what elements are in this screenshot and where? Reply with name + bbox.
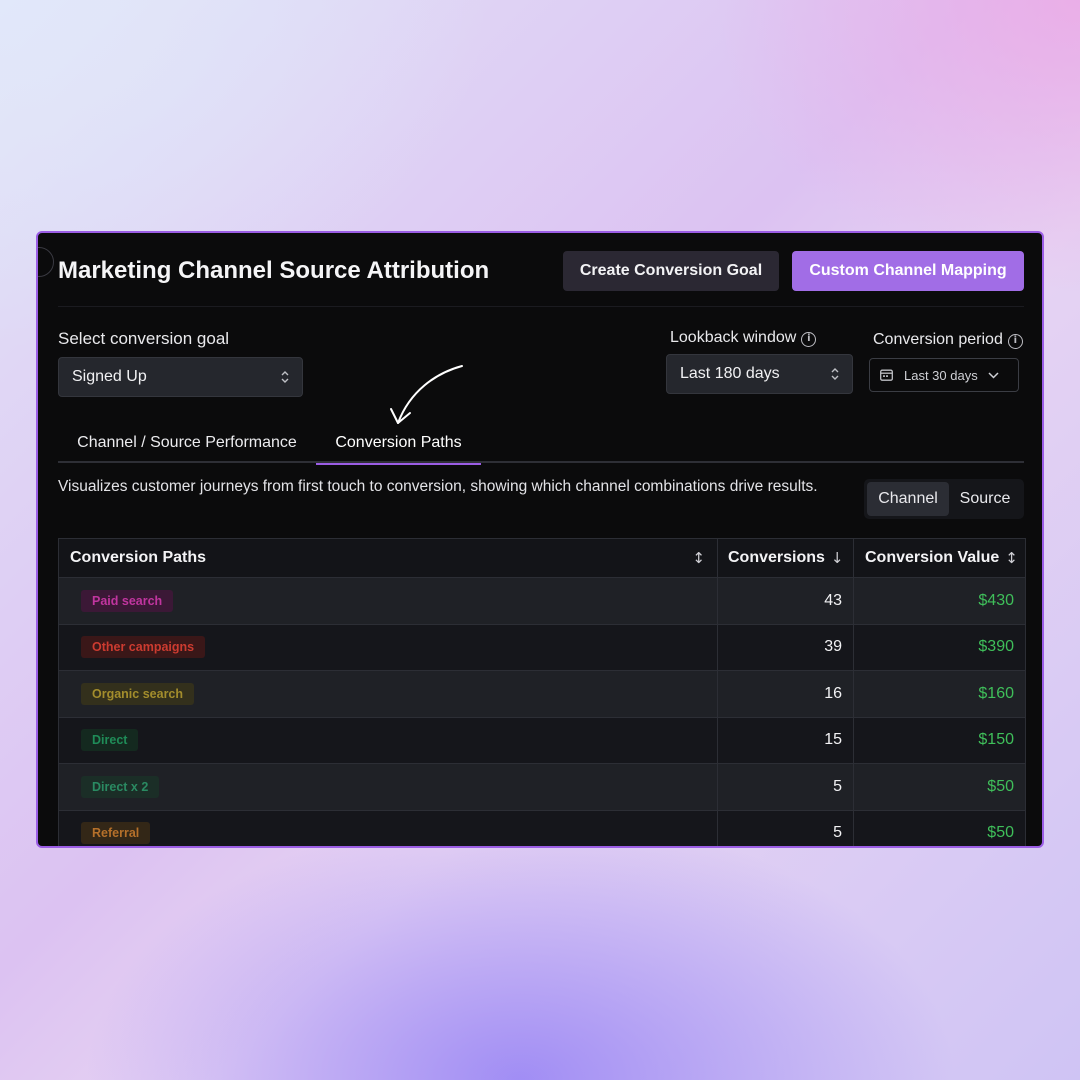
column-header-conversion-paths[interactable]: Conversion Paths ↕ [59, 539, 718, 577]
lookback-window-value: Last 180 days [680, 365, 780, 382]
lookback-window-label: Lookback window i [670, 329, 817, 347]
conversion-value-cell: $150 [978, 731, 1014, 749]
column-header-label: Conversions [728, 549, 825, 566]
path-cell: Organic search [59, 671, 718, 717]
table-row[interactable]: Referral 5 $50 [59, 810, 1025, 846]
path-cell: Other campaigns [59, 624, 718, 670]
path-cell: Referral [59, 810, 718, 846]
channel-badge: Referral [81, 822, 151, 845]
table-row[interactable]: Organic search 16 $160 [59, 671, 1025, 718]
attribution-panel: Marketing Channel Source Attribution Cre… [36, 231, 1044, 848]
chevron-down-icon [988, 371, 999, 379]
conversions-cell: 5 [718, 810, 854, 846]
conversion-goal-label-text: Select conversion goal [58, 329, 230, 348]
channel-badge: Paid search [81, 589, 174, 612]
path-cell: Direct [59, 717, 718, 763]
channel-badge: Direct x 2 [81, 775, 160, 798]
conversion-period-info-icon[interactable]: i [1007, 334, 1023, 349]
sort-both-icon[interactable]: ↕ [1005, 549, 1018, 567]
conversion-period-label: Conversion period i [873, 331, 1023, 349]
conversions-cell: 5 [718, 764, 854, 810]
conversion-goal-label: Select conversion goal [58, 329, 229, 349]
conversion-value-cell: $50 [987, 777, 1014, 795]
calendar-icon [880, 369, 893, 381]
sort-descending-icon[interactable]: ↓ [831, 549, 844, 567]
create-conversion-goal-button[interactable]: Create Conversion Goal [563, 251, 779, 291]
page-title: Marketing Channel Source Attribution [58, 257, 490, 284]
conversion-value-cell: $50 [987, 824, 1014, 842]
channel-badge: Other campaigns [81, 636, 206, 659]
column-header-label: Conversion Value [865, 549, 1000, 566]
custom-channel-mapping-button[interactable]: Custom Channel Mapping [792, 251, 1024, 291]
toggle-option-channel[interactable]: Channel [867, 482, 949, 516]
conversion-period-label-text: Conversion period [873, 331, 1003, 348]
toggle-option-source[interactable]: Source [949, 482, 1021, 516]
path-cell: Paid search [59, 578, 718, 624]
conversion-value-cell: $160 [978, 684, 1014, 702]
page-header: Marketing Channel Source Attribution Cre… [58, 249, 1024, 293]
channel-badge: Organic search [81, 682, 195, 705]
table-row[interactable]: Paid search 43 $430 [59, 578, 1025, 625]
conversion-period-value: Last 30 days [904, 367, 978, 383]
tab-description: Visualizes customer journeys from first … [58, 478, 818, 495]
tab-channel-source-performance[interactable]: Channel / Source Performance [58, 423, 316, 463]
conversion-goal-value: Signed Up [72, 368, 147, 385]
tab-conversion-paths[interactable]: Conversion Paths [316, 423, 481, 465]
conversion-value-cell: $430 [978, 591, 1014, 609]
lookback-info-icon[interactable]: i [801, 332, 817, 347]
channel-source-toggle: Channel Source [864, 479, 1024, 519]
table-row[interactable]: Direct x 2 5 $50 [59, 764, 1025, 811]
table-row[interactable]: Direct 15 $150 [59, 717, 1025, 764]
column-header-label: Conversion Paths [70, 549, 207, 566]
conversions-cell: 15 [718, 717, 854, 763]
path-cell: Direct x 2 [59, 764, 718, 810]
channel-badge: Direct [81, 729, 139, 752]
annotation-arrow-icon [390, 365, 463, 424]
conversion-paths-table: Conversion Paths ↕ Conversions ↓ Convers… [58, 538, 1026, 846]
conversions-cell: 39 [718, 624, 854, 670]
conversion-period-picker[interactable]: Last 30 days [869, 358, 1019, 392]
header-divider [58, 306, 1024, 307]
lookback-window-select[interactable]: Last 180 days [666, 354, 853, 394]
table-row[interactable]: Other campaigns 39 $390 [59, 624, 1025, 671]
conversion-value-cell: $390 [978, 638, 1014, 656]
table-body: Paid search 43 $430 Other campaigns 39 $390 Or… [59, 578, 1025, 846]
view-tabs: Channel / Source Performance Conversion … [58, 423, 1024, 465]
select-updown-icon [281, 371, 289, 383]
sort-both-icon[interactable]: ↕ [692, 549, 705, 567]
column-header-conversion-value[interactable]: Conversion Value ↕ [854, 539, 1025, 577]
column-header-conversions[interactable]: Conversions ↓ [718, 539, 854, 577]
conversions-cell: 16 [718, 671, 854, 717]
conversion-goal-select[interactable]: Signed Up [58, 357, 303, 397]
collapse-handle-icon[interactable] [38, 247, 54, 277]
table-header: Conversion Paths ↕ Conversions ↓ Convers… [59, 539, 1025, 578]
conversions-cell: 43 [718, 578, 854, 624]
select-updown-icon [831, 368, 839, 380]
lookback-window-label-text: Lookback window [670, 329, 797, 346]
